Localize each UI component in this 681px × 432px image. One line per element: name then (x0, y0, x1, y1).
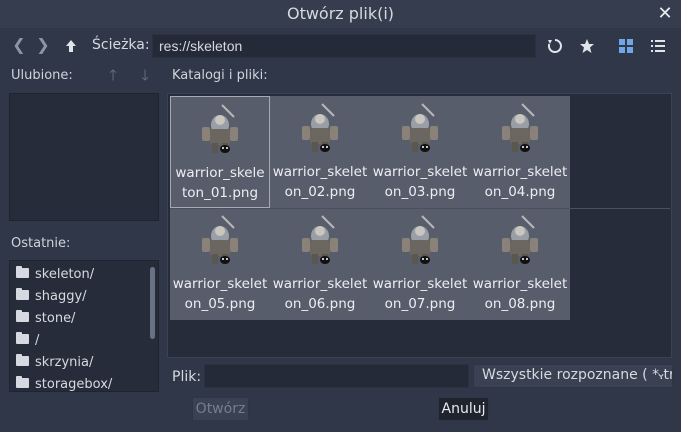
file-name: warrior_skeleton_08.png (472, 276, 568, 312)
file-tile[interactable]: warrior_skeleton_03.png (370, 96, 470, 208)
star-icon (580, 39, 594, 53)
up-dir-button[interactable] (60, 34, 82, 58)
recent-item[interactable]: / (10, 330, 158, 352)
image-thumbnail (190, 99, 250, 159)
file-name: warrior_skeleton_07.png (372, 276, 468, 312)
close-icon[interactable]: ✕ (654, 3, 676, 25)
recent-item[interactable]: skrzynia/ (10, 352, 158, 374)
recent-item[interactable]: storagebox/ (10, 374, 158, 391)
file-name: warrior_skeleton_06.png (272, 276, 368, 312)
grid-view-button[interactable] (614, 34, 638, 58)
move-favorite-down-button[interactable]: 🡓 (133, 63, 157, 87)
file-name: warrior_skeleton_03.png (372, 164, 468, 200)
file-name: warrior_skeleton_04.png (472, 164, 568, 200)
favorites-list[interactable] (9, 93, 159, 221)
cancel-button[interactable]: Anuluj (438, 397, 489, 421)
file-tile[interactable]: warrior_skeleton_07.png (370, 208, 470, 320)
recent-item[interactable]: shaggy/ (10, 286, 158, 308)
list-view-icon (651, 40, 665, 52)
folder-icon (16, 376, 29, 388)
forward-button[interactable]: ❯ (32, 34, 54, 58)
refresh-icon (547, 39, 562, 53)
list-view-button[interactable] (646, 34, 670, 58)
path-input[interactable] (152, 34, 536, 58)
folder-icon (16, 310, 29, 322)
favorites-label: Ulubione: (11, 68, 73, 83)
open-button[interactable]: Otwórz (192, 397, 249, 421)
image-thumbnail (190, 210, 250, 270)
image-thumbnail (490, 98, 550, 158)
image-thumbnail (390, 210, 450, 270)
recent-item[interactable]: skeleton/ (10, 264, 158, 286)
folder-icon (16, 354, 29, 366)
folder-icon (16, 332, 29, 344)
arrow-up-icon (66, 40, 76, 52)
file-name-input[interactable] (204, 364, 469, 388)
file-tile[interactable]: warrior_skeleton_02.png (270, 96, 370, 208)
file-tile[interactable]: warrior_skeleton_04.png (470, 96, 570, 208)
recent-scrollbar[interactable] (150, 267, 155, 339)
file-tile[interactable]: warrior_skeleton_08.png (470, 208, 570, 320)
path-label: Ścieżka: (92, 37, 150, 53)
file-name-label: Plik: (172, 369, 202, 385)
image-thumbnail (490, 210, 550, 270)
folder-icon (16, 288, 29, 300)
grid-view-icon (619, 39, 633, 53)
move-favorite-up-button[interactable]: 🡑 (101, 63, 125, 87)
image-thumbnail (290, 98, 350, 158)
folder-icon (16, 266, 29, 278)
favorite-button[interactable] (575, 34, 599, 58)
file-name: warrior_skeleton_05.png (172, 276, 268, 312)
recent-label: Ostatnie: (11, 236, 71, 251)
files-label: Katalogi i pliki: (172, 68, 268, 83)
image-thumbnail (290, 210, 350, 270)
file-tile[interactable]: warrior_skeleton_01.png (170, 96, 270, 208)
recent-item[interactable]: stone/ (10, 308, 158, 330)
back-button[interactable]: ❮ (8, 34, 30, 58)
file-name: warrior_skeleton_01.png (175, 165, 265, 201)
dialog-title: Otwórz plik(i) (286, 4, 395, 23)
file-filter-select[interactable]: Wszystkie rozpoznane ( *.tres (473, 364, 673, 388)
file-tile[interactable]: warrior_skeleton_05.png (170, 208, 270, 320)
chevron-down-icon: ⌄ (656, 366, 667, 380)
file-name: warrior_skeleton_02.png (272, 164, 368, 200)
image-thumbnail (390, 98, 450, 158)
recent-list[interactable]: skeleton/ shaggy/ stone/ / skrzynia/ sto… (9, 260, 159, 392)
refresh-button[interactable] (543, 34, 567, 58)
file-tile[interactable]: warrior_skeleton_06.png (270, 208, 370, 320)
